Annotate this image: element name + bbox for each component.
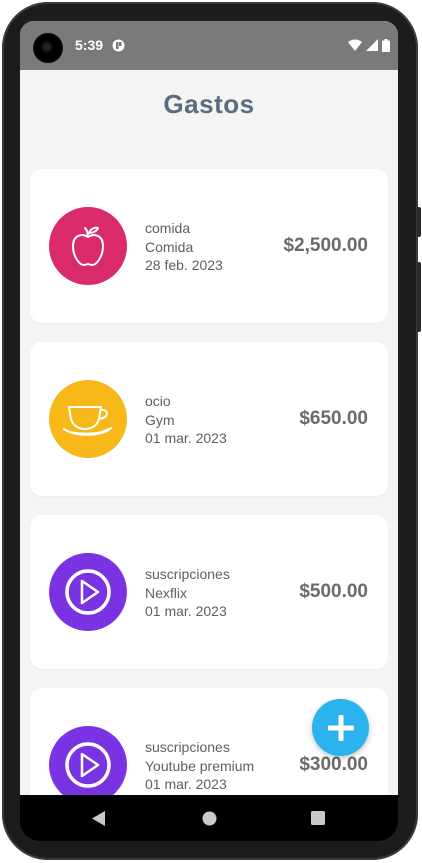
expense-category: comida <box>145 220 191 236</box>
expense-info: suscripciones Nexflix 01 mar. 2023 <box>145 565 230 621</box>
expense-card[interactable]: suscripciones Nexflix 01 mar. 2023 $500.… <box>30 515 388 669</box>
front-camera <box>33 33 63 63</box>
notification-icon <box>112 39 125 52</box>
battery-icon <box>382 38 390 52</box>
expense-amount: $500.00 <box>299 581 368 602</box>
expense-info: suscripciones Youtube premium 01 mar. 20… <box>145 738 254 794</box>
expense-amount: $2,500.00 <box>283 235 368 256</box>
nav-home-button[interactable] <box>199 808 219 828</box>
play-icon <box>65 569 111 615</box>
expense-date: 28 feb. 2023 <box>145 257 223 273</box>
home-icon <box>202 811 216 825</box>
app-screen: 5:39 Gastos comida Comida 28 feb. 2023 $… <box>20 21 398 795</box>
expense-description: Comida <box>145 238 194 255</box>
status-time: 5:39 <box>75 37 104 53</box>
back-icon <box>92 810 105 826</box>
expense-amount: $650.00 <box>299 408 368 429</box>
power-button <box>417 207 421 237</box>
recents-icon <box>311 811 325 825</box>
play-icon <box>65 742 111 788</box>
expense-date: 01 mar. 2023 <box>145 430 227 446</box>
status-bar: 5:39 <box>20 21 398 70</box>
expense-card[interactable]: comida Comida 28 feb. 2023 $2,500.00 <box>30 169 388 323</box>
system-icons <box>348 38 390 52</box>
category-badge <box>49 207 127 285</box>
category-badge <box>49 726 127 795</box>
expense-amount: $300.00 <box>299 754 368 775</box>
nav-back-button[interactable] <box>89 808 109 828</box>
coffee-cup-icon <box>63 406 112 436</box>
expense-date: 01 mar. 2023 <box>145 603 227 619</box>
expense-card[interactable]: ocio Gym 01 mar. 2023 $650.00 <box>30 342 388 496</box>
nav-recents-button[interactable] <box>308 808 328 828</box>
volume-button <box>417 262 421 332</box>
expense-description: Youtube premium <box>145 757 255 774</box>
expense-date: 01 mar. 2023 <box>145 776 227 792</box>
expense-category: suscripciones <box>145 739 230 755</box>
signal-icon <box>366 39 378 51</box>
expense-info: ocio Gym 01 mar. 2023 <box>145 392 227 448</box>
category-badge <box>49 553 127 631</box>
apple-icon <box>72 226 104 266</box>
system-nav-bar <box>20 795 398 841</box>
category-badge <box>49 380 127 458</box>
add-expense-button[interactable] <box>312 699 369 756</box>
page-title: Gastos <box>163 89 255 119</box>
expense-description: Nexflix <box>145 584 188 601</box>
wifi-icon <box>348 39 362 51</box>
expense-category: suscripciones <box>145 566 230 582</box>
expense-category: ocio <box>145 393 171 409</box>
plus-icon <box>327 714 354 741</box>
expense-info: comida Comida 28 feb. 2023 <box>145 219 223 275</box>
expense-description: Gym <box>145 411 175 428</box>
